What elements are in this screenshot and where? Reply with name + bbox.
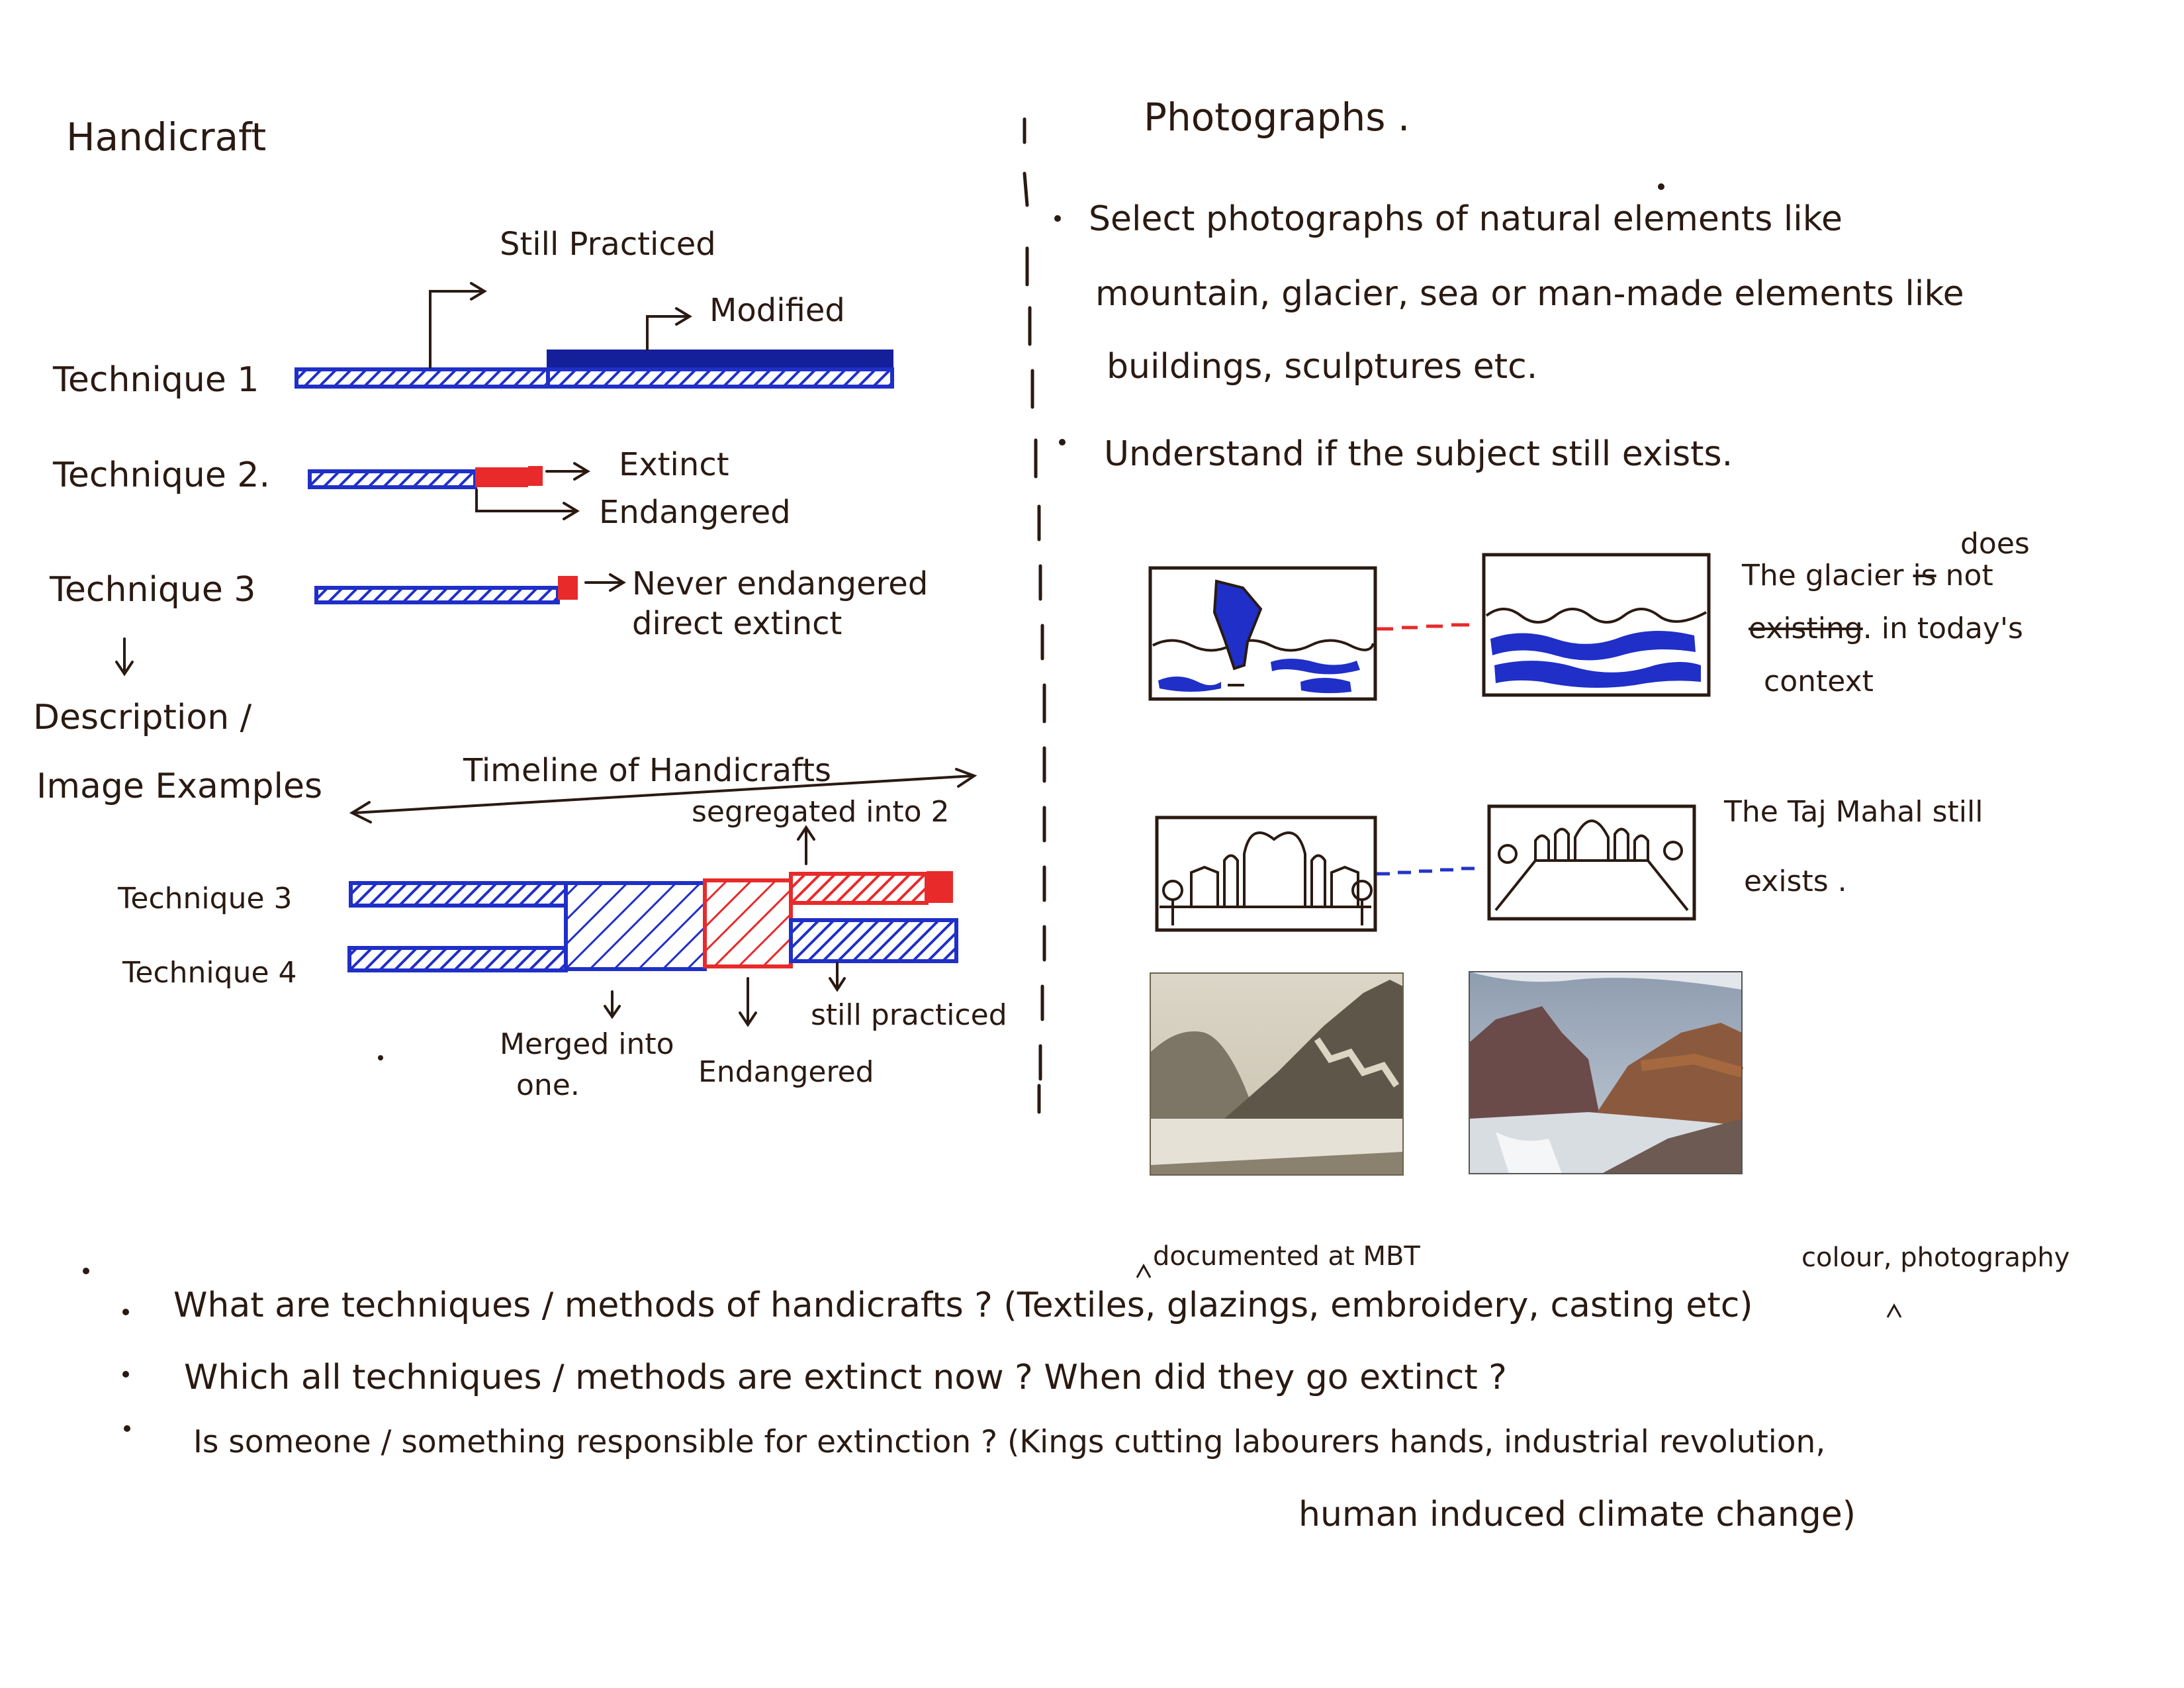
still-practiced-down-arrow — [829, 962, 846, 992]
question1-insert-photography: colour, photography — [1801, 1243, 2070, 1273]
glacier-caption-struck: is — [1913, 559, 1936, 592]
stray-dot — [83, 1268, 89, 1274]
technique1-label: Technique 1 — [53, 360, 259, 400]
glacier-caption-line1: The glacier is not — [1742, 561, 1993, 590]
merged-label-line2: one. — [516, 1068, 580, 1102]
timeline-technique3-bar — [349, 881, 568, 908]
modern-glacier-photo — [1469, 971, 1744, 1174]
bullet-dot — [1054, 215, 1061, 222]
bullet-dot — [1059, 439, 1066, 445]
glacier-caption-line2: existing. in today's — [1749, 614, 2023, 643]
still-practiced-label: Still Practiced — [500, 226, 716, 263]
extinct-label: Extinct — [619, 446, 729, 483]
taj-past-sketch — [1155, 816, 1377, 932]
bullet2: Understand if the subject still exists. — [1104, 434, 1733, 474]
image-examples-label: Image Examples — [36, 767, 323, 806]
timeline-technique4-bar — [347, 946, 568, 972]
glacier-caption-part-c: . in today's — [1862, 612, 2023, 645]
question1: What are techniques / methods of handicr… — [173, 1286, 1753, 1325]
segregated-arrow — [797, 825, 815, 865]
bullet-dot — [122, 1371, 129, 1378]
technique1-bar — [295, 350, 894, 389]
timeline-merged-block — [564, 881, 707, 971]
endangered-arrow — [475, 489, 580, 520]
glacier-caption-part-b: not — [1945, 559, 1993, 592]
modified-arrow — [646, 307, 692, 351]
historic-glacier-photo — [1150, 972, 1404, 1176]
taj-caption-line1: The Taj Mahal still — [1724, 795, 1983, 829]
timeline-split-lower-bar — [789, 918, 958, 963]
never-endangered-arrow — [584, 573, 626, 592]
bullet-dot — [122, 1309, 129, 1315]
stray-dot — [378, 1055, 383, 1060]
bullet-dot — [124, 1425, 130, 1432]
taj-present-sketch — [1487, 804, 1696, 921]
down-arrow-description — [115, 637, 134, 677]
question3-line2: human induced climate change) — [1298, 1495, 1856, 1534]
timeline-split-upper-bar — [789, 871, 953, 905]
taj-caption-line2: exists . — [1744, 865, 1847, 898]
endangered-label: Endangered — [599, 494, 791, 531]
technique3-label: Technique 3 — [50, 570, 256, 610]
technique2-label: Technique 2. — [53, 455, 270, 495]
glacier-past-sketch — [1148, 566, 1377, 701]
never-endangered-label: Never endangered — [632, 565, 929, 602]
column-divider — [1023, 117, 1046, 1114]
extinct-arrow — [545, 462, 590, 481]
technique3-bar — [314, 576, 578, 604]
timeline-endangered-block — [703, 878, 793, 968]
merged-arrow — [604, 990, 621, 1019]
merged-label: Merged into — [500, 1027, 674, 1061]
bullet1-line2: mountain, glacier, sea or man-made eleme… — [1095, 274, 1964, 314]
photographs-title: Photographs . — [1144, 95, 1410, 140]
handicraft-title: Handicraft — [66, 115, 267, 160]
glacier-caption-part-a: The glacier — [1742, 559, 1904, 592]
endangered-down-arrow — [739, 977, 757, 1027]
bullet1-line3: buildings, sculptures etc. — [1107, 347, 1538, 387]
timeline-technique4-label: Technique 4 — [122, 956, 297, 990]
description-label: Description / — [33, 698, 252, 737]
glacier-present-sketch — [1482, 553, 1711, 697]
bullet1-line1: Select photographs of natural elements l… — [1089, 199, 1843, 239]
glacier-link-dashed — [1377, 623, 1469, 631]
taj-link-dashed — [1377, 867, 1475, 876]
glacier-caption-line3: context — [1764, 665, 1874, 698]
timeline-still-practiced-label: still practiced — [811, 998, 1007, 1032]
glacier-caption-struck-2: existing — [1749, 612, 1863, 645]
stray-dot — [1658, 183, 1664, 190]
question1-insert-documented: documented at MBT — [1153, 1241, 1420, 1272]
still-practiced-arrow — [429, 282, 487, 369]
timeline-technique3-label: Technique 3 — [118, 882, 293, 915]
glacier-insert-word: does — [1960, 527, 2030, 561]
question3-line1: Is someone / something responsible for e… — [193, 1424, 1826, 1460]
question2: Which all techniques / methods are extin… — [184, 1358, 1507, 1397]
technique2-bar — [308, 466, 543, 489]
modified-label: Modified — [709, 292, 845, 329]
segregated-label: segregated into 2 — [692, 795, 950, 829]
timeline-label: Timeline of Handicrafts — [463, 752, 832, 789]
timeline-endangered-label: Endangered — [698, 1055, 874, 1089]
direct-extinct-label: direct extinct — [632, 605, 842, 642]
